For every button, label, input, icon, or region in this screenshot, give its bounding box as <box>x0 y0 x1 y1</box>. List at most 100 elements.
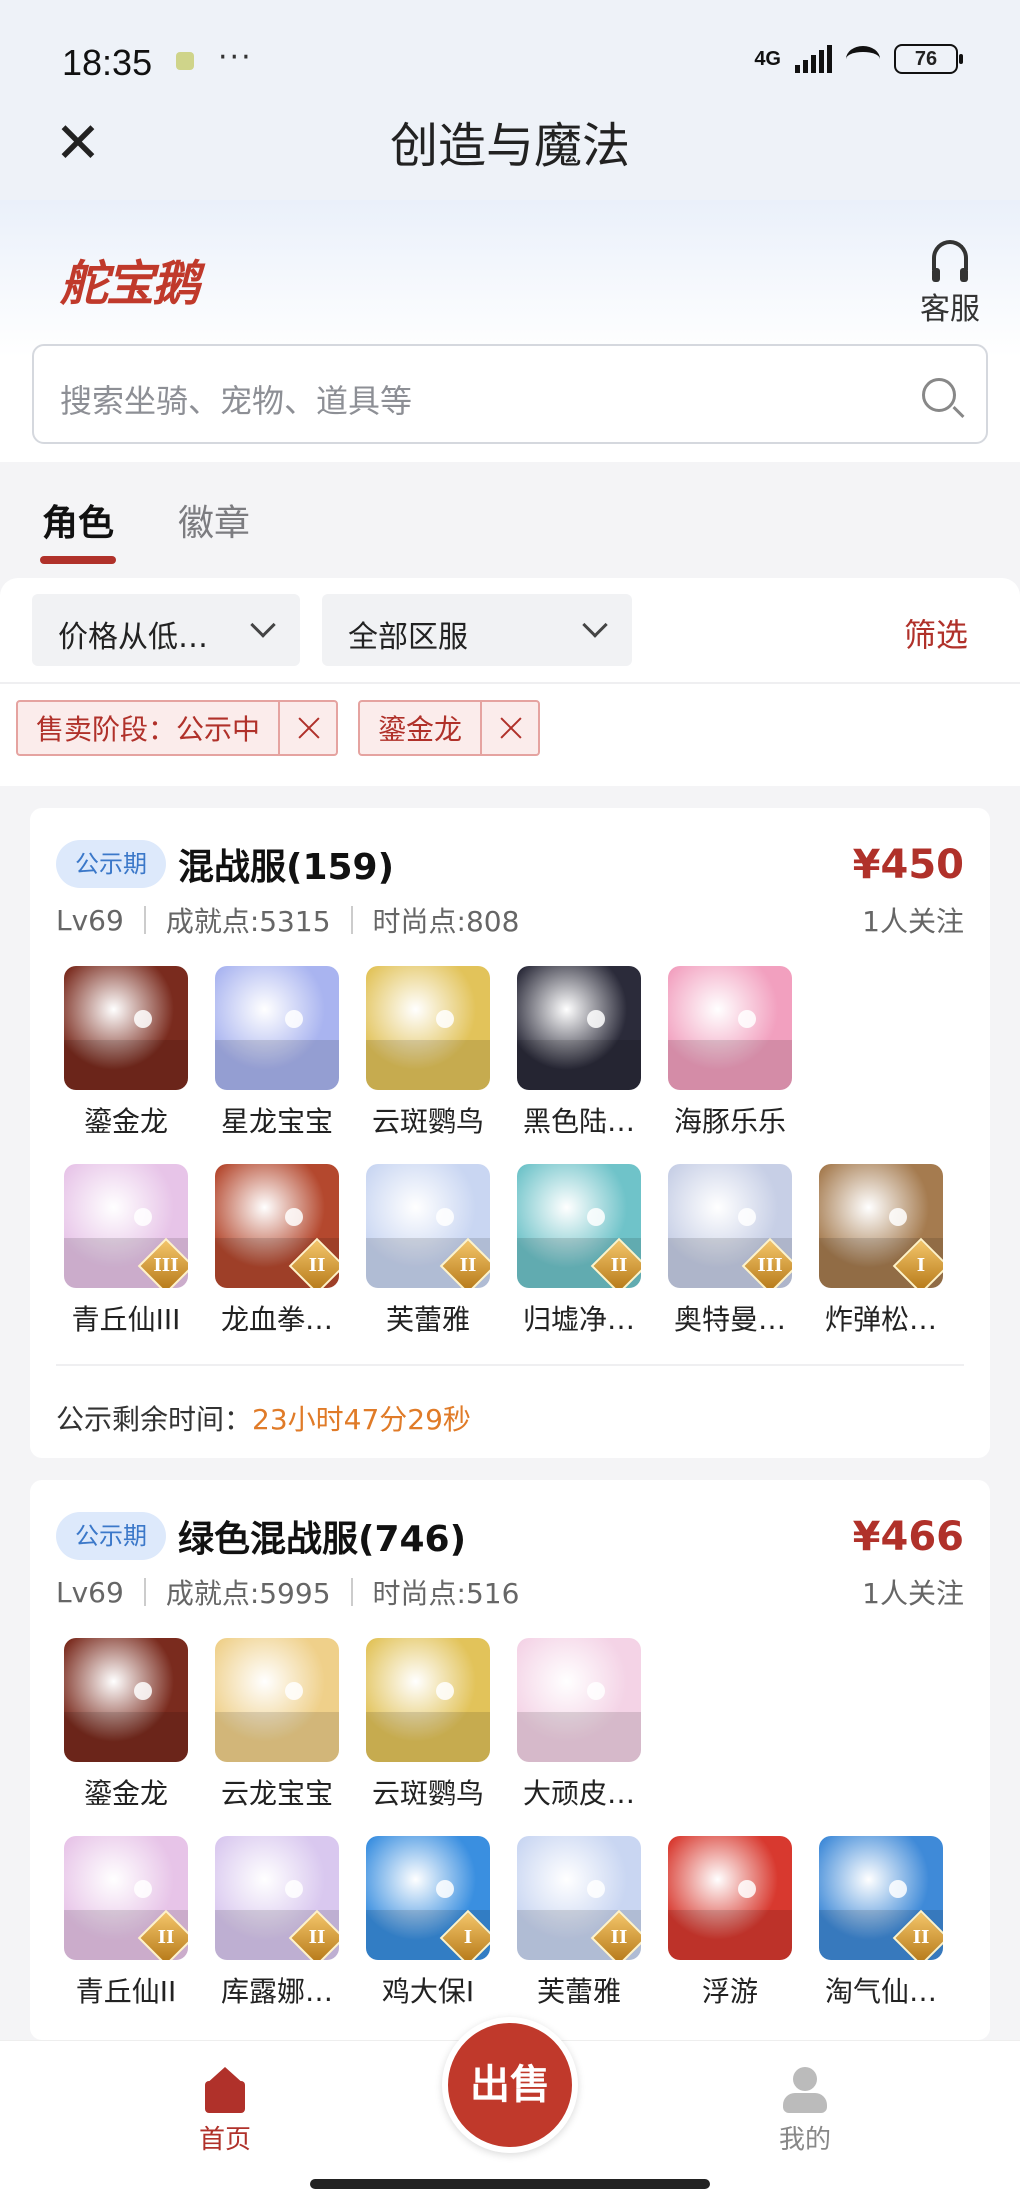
pet-item[interactable]: 黑色陆… <box>503 966 655 1140</box>
pet-item[interactable]: 星龙宝宝 <box>201 966 353 1140</box>
pet-thumbnail: I <box>819 1164 943 1288</box>
listing-card[interactable]: 公示期 混战服(159) ¥450 1人关注 Lv69 成就点:5315 时尚点… <box>30 808 990 1458</box>
signal-icon <box>795 45 832 73</box>
pet-item[interactable]: 大顽皮… <box>503 1638 655 1812</box>
pet-name: 浮游 <box>701 1975 758 2008</box>
search-icon[interactable] <box>922 378 956 412</box>
pet-item[interactable]: II 青丘仙II <box>50 1836 202 2010</box>
customer-service-button[interactable]: 客服 <box>910 240 990 328</box>
status-badge: 公示期 <box>56 840 166 888</box>
pet-item[interactable]: II 龙血拳… <box>201 1164 353 1338</box>
pet-thumbnail <box>64 966 188 1090</box>
status-badge: 公示期 <box>56 1512 166 1560</box>
pet-item[interactable]: II 归墟净… <box>503 1164 655 1338</box>
follower-count: 1人关注 <box>862 1577 964 1610</box>
pet-name: 芙蕾雅 <box>385 1303 470 1336</box>
pet-item[interactable]: 云斑鹦鸟 <box>352 966 504 1140</box>
pet-thumbnail <box>215 1638 339 1762</box>
pet-item[interactable]: I 鸡大保I <box>352 1836 504 2010</box>
tab-roles[interactable]: 角色 <box>39 494 117 564</box>
page-title: 创造与魔法 <box>389 118 630 174</box>
pet-name: 大顽皮… <box>522 1777 635 1810</box>
pet-name: 炸弹松… <box>824 1303 937 1336</box>
listing-card[interactable]: 公示期 绿色混战服(746) ¥466 1人关注 Lv69 成就点:5995 时… <box>30 1480 990 2040</box>
user-icon <box>783 2067 827 2113</box>
pet-thumbnail: II <box>366 1164 490 1288</box>
pet-item[interactable]: 浮游 <box>654 1836 806 2010</box>
follower-count: 1人关注 <box>862 905 964 938</box>
pet-name: 海豚乐乐 <box>673 1105 786 1138</box>
account-meta: Lv69 成就点:5315 时尚点:808 <box>56 900 519 940</box>
server-dropdown[interactable]: 全部区服 <box>322 594 632 666</box>
pet-item[interactable]: II 芙蕾雅 <box>503 1836 655 2010</box>
tab-home-label: 首页 <box>198 2125 251 2155</box>
achievement-points: 成就点:5995 <box>165 1577 331 1610</box>
pet-thumbnail: I <box>366 1836 490 1960</box>
pet-name: 星龙宝宝 <box>220 1105 333 1138</box>
remove-chip-icon[interactable] <box>278 702 336 754</box>
pet-name: 芙蕾雅 <box>536 1975 621 2008</box>
search-input[interactable]: 搜索坐骑、宠物、道具等 <box>32 344 988 444</box>
pet-item[interactable]: 云斑鹦鸟 <box>352 1638 504 1812</box>
pet-thumbnail <box>215 966 339 1090</box>
pet-item[interactable]: III 青丘仙III <box>50 1164 202 1338</box>
wifi-icon <box>846 46 880 72</box>
pet-item[interactable]: II 库露娜… <box>201 1836 353 2010</box>
filter-chip-sale-stage: 售卖阶段：公示中 <box>16 700 339 756</box>
pet-name: 归墟净… <box>522 1303 635 1336</box>
more-notifications-icon: ··· <box>218 40 253 75</box>
pet-item[interactable]: I 炸弹松… <box>805 1164 957 1338</box>
fashion-points: 时尚点:808 <box>372 905 520 938</box>
pet-thumbnail: II <box>215 1836 339 1960</box>
pet-thumbnail: III <box>668 1164 792 1288</box>
pet-item[interactable]: II 淘气仙… <box>805 1836 957 2010</box>
tab-home[interactable]: 首页 <box>180 2067 270 2156</box>
pet-thumbnail: II <box>819 1836 943 1960</box>
achievement-points: 成就点:5315 <box>165 905 331 938</box>
pet-row: II 青丘仙II II 库露娜… I 鸡大保I II 芙蕾雅 浮游 II 淘气仙… <box>50 1836 956 2010</box>
home-icon <box>201 2067 249 2113</box>
pet-thumbnail: II <box>517 1164 641 1288</box>
tab-me[interactable]: 我的 <box>760 2067 850 2156</box>
filter-bar: 价格从低… 全部区服 筛选 售卖阶段：公示中 鎏金龙 <box>0 578 1020 786</box>
pet-item[interactable]: II 芙蕾雅 <box>352 1164 504 1338</box>
pet-thumbnail: II <box>215 1164 339 1288</box>
headset-icon <box>932 240 968 282</box>
pet-row: 鎏金龙 星龙宝宝 云斑鹦鸟 黑色陆… 海豚乐乐 <box>50 966 805 1140</box>
pet-name: 青丘仙III <box>71 1303 181 1336</box>
divider <box>56 1364 964 1366</box>
pet-name: 淘气仙… <box>824 1975 937 2008</box>
filter-chip-label: 鎏金龙 <box>378 713 463 746</box>
pet-item[interactable]: 云龙宝宝 <box>201 1638 353 1812</box>
status-time: 18:35 <box>62 42 153 83</box>
pet-name: 云斑鹦鸟 <box>371 1105 484 1138</box>
pet-thumbnail <box>517 1638 641 1762</box>
pet-thumbnail: III <box>64 1164 188 1288</box>
server-name: 绿色混战服(746) <box>178 1519 467 1560</box>
sort-dropdown[interactable]: 价格从低… <box>32 594 300 666</box>
filter-button[interactable]: 筛选 <box>904 610 968 656</box>
countdown-label: 公示剩余时间： <box>56 1403 253 1436</box>
tab-badges[interactable]: 徽章 <box>178 494 250 546</box>
sort-dropdown-label: 价格从低… <box>58 620 208 655</box>
account-meta: Lv69 成就点:5995 时尚点:516 <box>56 1572 519 1612</box>
filter-chip-pet: 鎏金龙 <box>358 700 541 756</box>
chevron-down-icon <box>250 612 276 638</box>
home-indicator[interactable] <box>310 2179 710 2189</box>
pet-item[interactable]: 海豚乐乐 <box>654 966 806 1140</box>
header: 舵宝鹅 客服 搜索坐骑、宠物、道具等 <box>0 200 1020 462</box>
pet-item[interactable]: 鎏金龙 <box>50 1638 202 1812</box>
pet-item[interactable]: 鎏金龙 <box>50 966 202 1140</box>
pet-name: 库露娜… <box>220 1975 333 2008</box>
pet-thumbnail <box>668 1836 792 1960</box>
pet-thumbnail: II <box>517 1836 641 1960</box>
remove-chip-icon[interactable] <box>480 702 538 754</box>
pet-item[interactable]: III 奥特曼… <box>654 1164 806 1338</box>
app-logo: 舵宝鹅 <box>60 256 200 312</box>
tab-me-label: 我的 <box>778 2125 831 2155</box>
price: ¥466 <box>852 1514 964 1560</box>
sell-button[interactable]: 出售 <box>442 2017 578 2153</box>
price: ¥450 <box>852 842 964 888</box>
chevron-down-icon <box>582 612 608 638</box>
pet-thumbnail <box>517 966 641 1090</box>
